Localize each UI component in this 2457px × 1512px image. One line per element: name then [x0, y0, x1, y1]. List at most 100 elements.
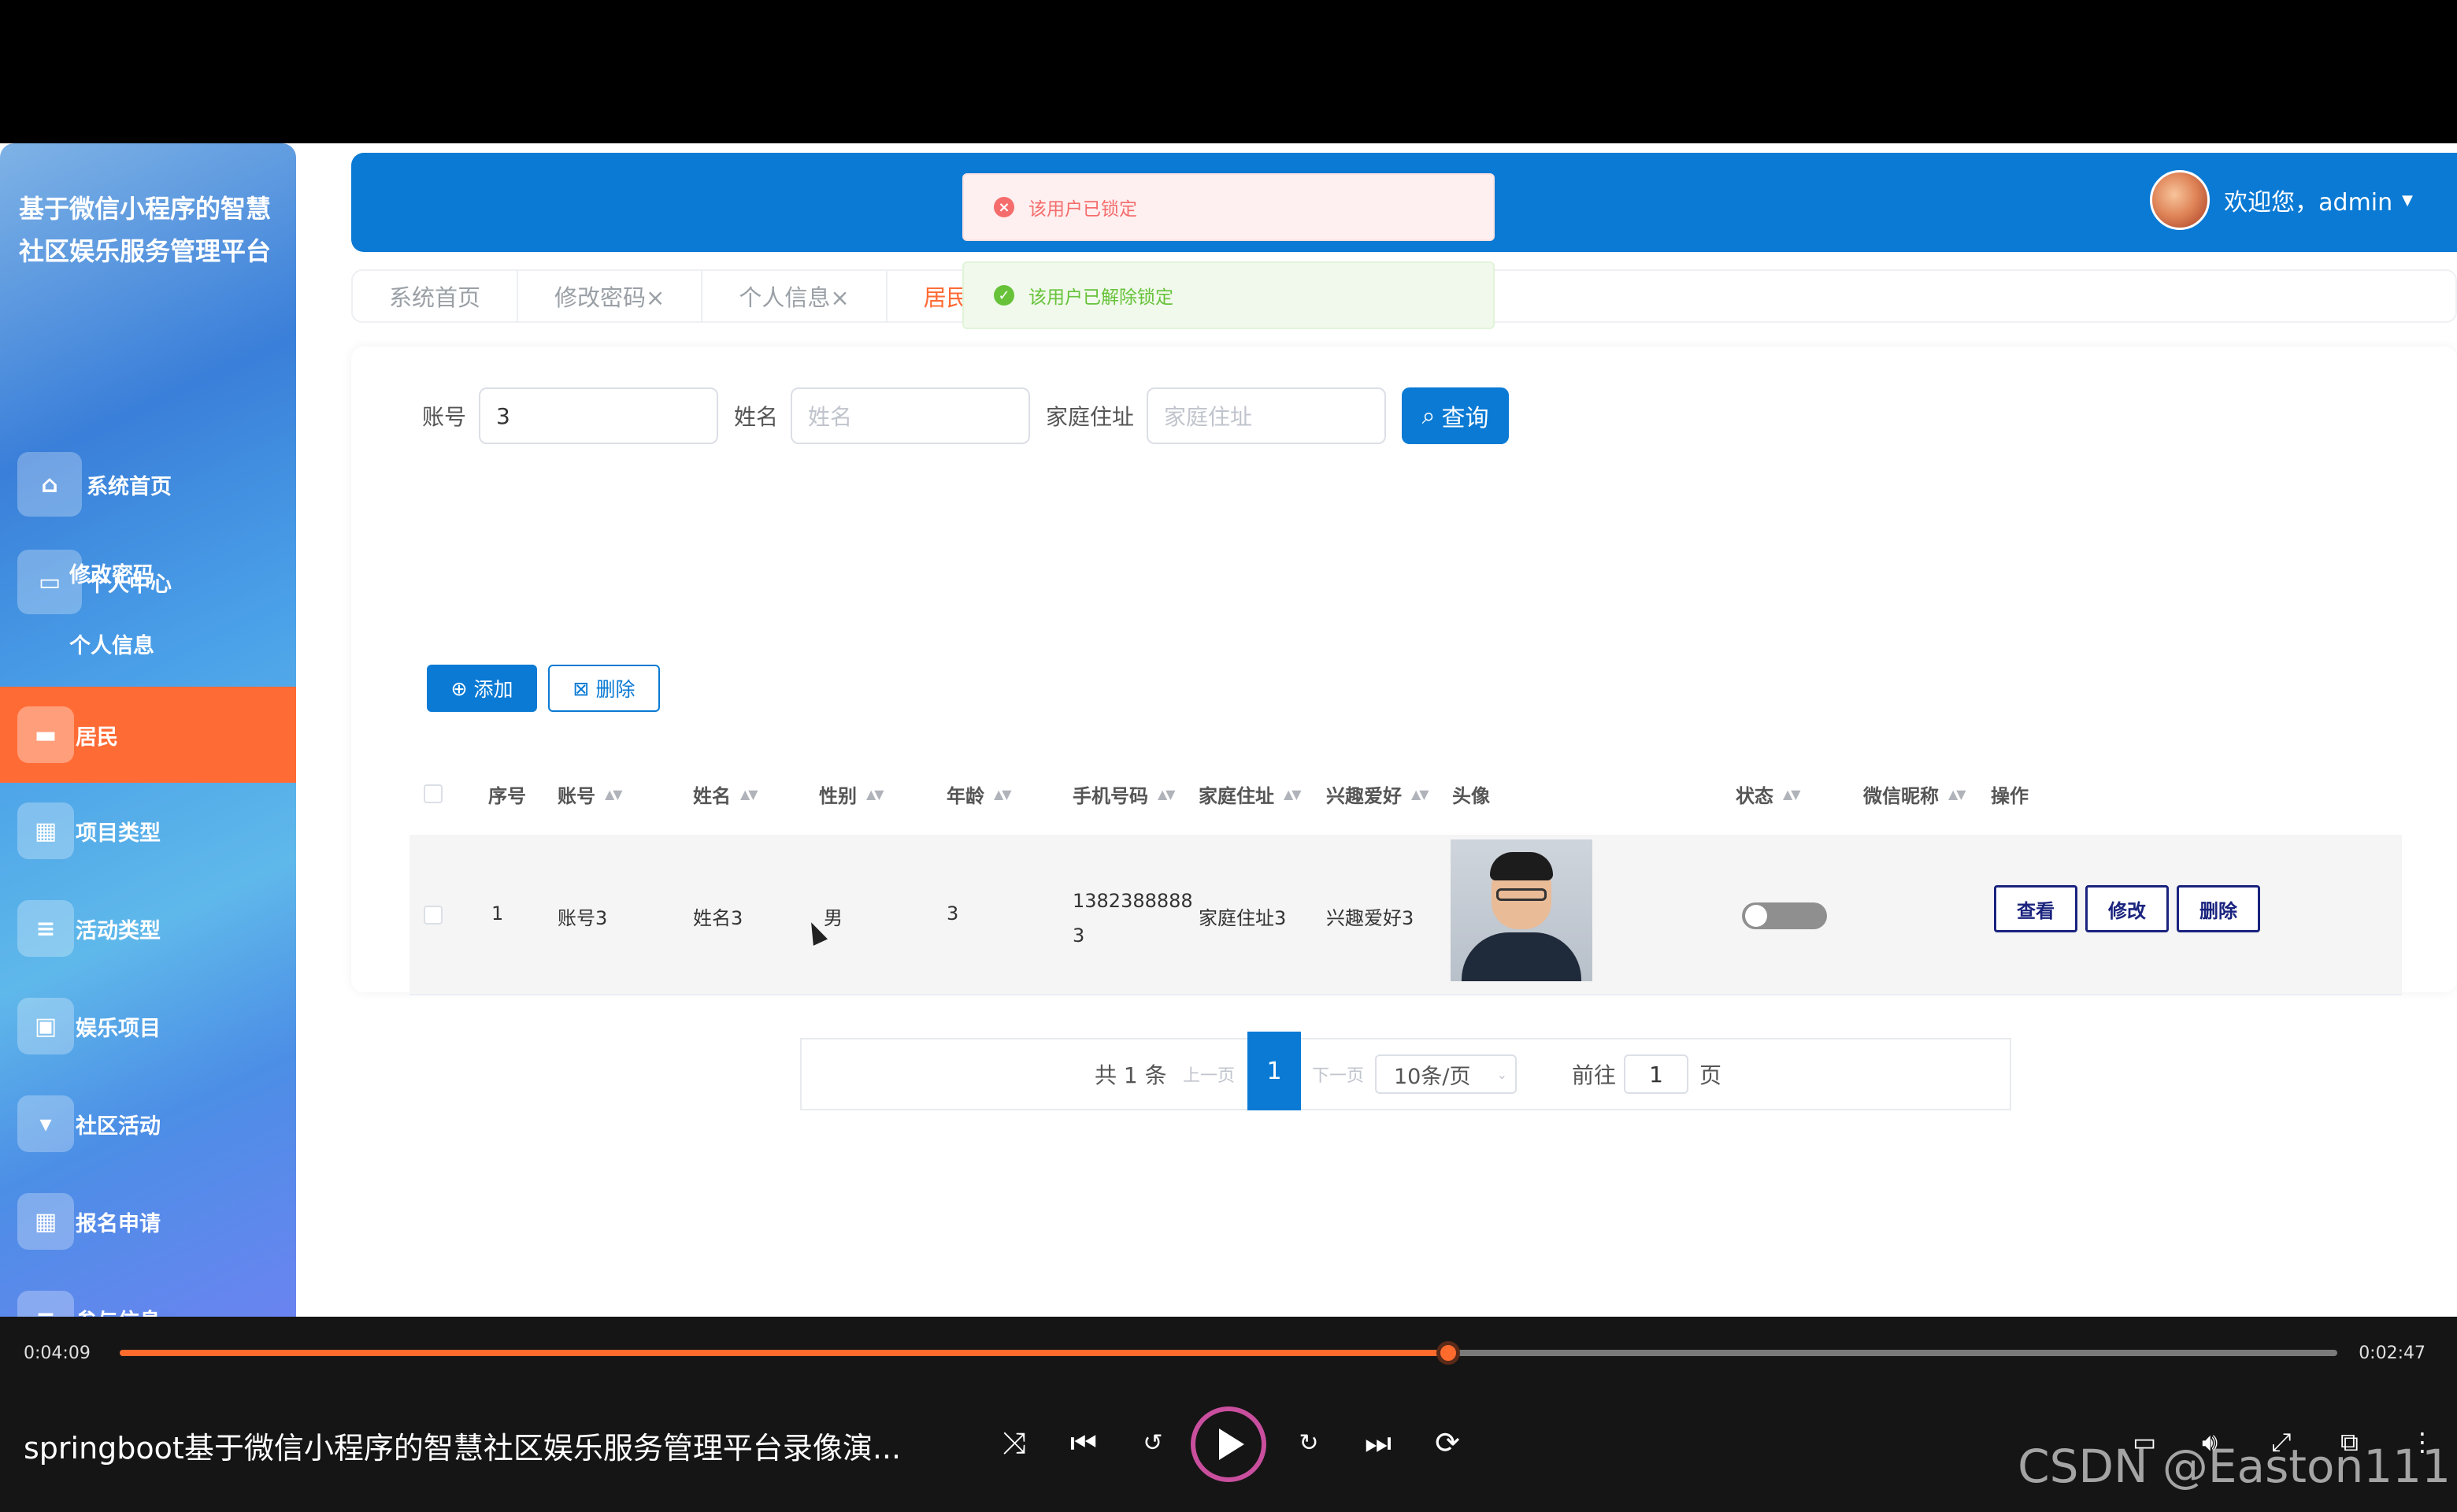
progress-thumb[interactable] — [1436, 1341, 1460, 1365]
goto-unit: 页 — [1699, 1062, 1722, 1088]
next-page-button[interactable]: 下一页 — [1312, 1062, 1364, 1087]
account-label: 账号 — [422, 404, 467, 430]
error-icon: × — [994, 197, 1014, 217]
goto-label: 前往 — [1572, 1062, 1617, 1088]
sidebar-item-label: 娱乐项目 — [76, 1016, 161, 1041]
sidebar-item-label: 居民 — [76, 724, 118, 750]
play-icon — [1219, 1429, 1244, 1460]
sort-icon: ▲▼ — [866, 786, 884, 802]
rewind-10-icon[interactable]: ↺ — [1131, 1421, 1175, 1465]
account-input[interactable]: 3 — [479, 387, 719, 444]
sidebar-item-registration[interactable]: ▦ 报名申请 — [0, 1173, 296, 1269]
column-header[interactable]: 姓名 ▲▼ — [693, 770, 758, 817]
sidebar-item-residents[interactable]: ▬ 居民 — [0, 687, 296, 783]
error-toast: × 该用户已锁定 — [962, 173, 1495, 241]
column-header: 操作 — [1991, 784, 2029, 807]
status-toggle[interactable] — [1742, 902, 1827, 929]
column-header[interactable]: 微信昵称 ▲▼ — [1863, 770, 1966, 817]
row-checkbox[interactable] — [424, 906, 443, 925]
tab-home[interactable]: 系统首页 — [353, 271, 519, 321]
select-all-checkbox[interactable] — [424, 770, 443, 817]
page-size-select[interactable]: 10条/页 ⌄ — [1375, 1054, 1517, 1094]
welcome-text: 欢迎您，admin — [2224, 189, 2393, 217]
add-button[interactable]: ⊕ 添加 — [427, 665, 537, 712]
query-button-label: 查询 — [1441, 405, 1489, 432]
shuffle-icon[interactable]: ⤨ — [992, 1421, 1036, 1465]
row-delete-button[interactable]: 删除 — [2177, 885, 2260, 932]
sidebar-item-label: 报名申请 — [76, 1211, 161, 1236]
list-icon: ≡ — [17, 1291, 74, 1317]
sort-icon: ▲▼ — [1284, 786, 1302, 802]
success-toast-message: 该用户已解除锁定 — [1028, 287, 1173, 308]
avatar — [2150, 170, 2211, 230]
success-toast: ✓ 该用户已解除锁定 — [962, 261, 1495, 329]
monitor-icon: ▬ — [17, 706, 74, 763]
column-header[interactable]: 兴趣爱好 ▲▼ — [1326, 770, 1429, 817]
edit-button[interactable]: 修改 — [2085, 885, 2169, 932]
sidebar-item-label: 参与信息 — [76, 1304, 161, 1317]
sort-icon: ▲▼ — [740, 786, 758, 802]
delete-button[interactable]: ⊠ 删除 — [548, 665, 660, 712]
home-icon: ⌂ — [17, 452, 82, 517]
caret-down-icon: ▼ — [2402, 191, 2413, 209]
query-button[interactable]: ⌕ 查询 — [1402, 387, 1510, 444]
column-header: 头像 — [1452, 784, 1490, 807]
name-input[interactable]: 姓名 — [791, 387, 1031, 444]
repeat-icon[interactable]: ⟳ — [1425, 1421, 1469, 1465]
sidebar-subitem-personal-info[interactable]: 个人信息 — [69, 628, 154, 659]
sidebar-item-label: 社区活动 — [76, 1114, 161, 1139]
signboard-icon: ▾ — [17, 1095, 74, 1152]
column-header[interactable]: 年龄 ▲▼ — [947, 770, 1012, 817]
sidebar-item-community-activities[interactable]: ▾ 社区活动 — [0, 1076, 296, 1172]
tab-change-password[interactable]: 修改密码× — [518, 271, 703, 321]
sidebar-item-activity-types[interactable]: ≡ 活动类型 — [0, 880, 296, 976]
cell-address: 家庭住址3 — [1199, 907, 1287, 929]
prev-page-button[interactable]: 上一页 — [1183, 1062, 1235, 1087]
tab-personal-info[interactable]: 个人信息× — [702, 271, 888, 321]
add-button-label: 添加 — [473, 678, 513, 701]
column-header[interactable]: 账号 ▲▼ — [558, 770, 623, 817]
column-header[interactable]: 手机号码 ▲▼ — [1073, 770, 1176, 817]
forward-30-icon[interactable]: ↻ — [1287, 1421, 1331, 1465]
error-toast-message: 该用户已锁定 — [1028, 199, 1137, 220]
sidebar-item-participation[interactable]: ≡ 参与信息 — [0, 1271, 296, 1317]
action-buttons: ⊕ 添加 ⊠ 删除 — [427, 665, 660, 712]
column-header[interactable]: 家庭住址 ▲▼ — [1199, 770, 1302, 817]
sort-icon: ▲▼ — [605, 786, 623, 802]
sort-icon: ▲▼ — [1783, 786, 1801, 802]
video-player: 0:04:09 0:02:47 springboot基于微信小程序的智慧社区娱乐… — [0, 1317, 2457, 1512]
progress-track[interactable] — [120, 1341, 2337, 1365]
elapsed-time: 0:04:09 — [24, 1343, 91, 1363]
cell-age: 3 — [947, 902, 959, 925]
app-window: 基于微信小程序的智慧社区娱乐服务管理平台 ⌂ 系统首页 ▭ 个人中心 修改密码 … — [0, 143, 2457, 1317]
sidebar-item-home[interactable]: ⌂ 系统首页 — [0, 436, 296, 532]
play-button[interactable] — [1191, 1406, 1266, 1482]
user-menu[interactable]: 欢迎您，admin ▼ — [2150, 170, 2413, 230]
chevron-down-icon: ⌄ — [1496, 1066, 1507, 1082]
column-header: 序号 — [488, 784, 526, 807]
sidebar-item-entertainment-projects[interactable]: ▣ 娱乐项目 — [0, 978, 296, 1074]
cell-account: 账号3 — [558, 907, 608, 929]
delete-box-icon: ⊠ — [573, 676, 590, 700]
video-title: springboot基于微信小程序的智慧社区娱乐服务管理平台录像演... — [24, 1431, 902, 1466]
skip-next-icon[interactable]: ⏭ — [1356, 1421, 1400, 1465]
sort-icon: ▲▼ — [1948, 786, 1966, 802]
sidebar-subitem-change-password[interactable]: 修改密码 — [69, 558, 154, 588]
page-number-current[interactable]: 1 — [1247, 1032, 1301, 1110]
cell-hobby: 兴趣爱好3 — [1326, 907, 1414, 929]
grid-icon: ▦ — [17, 1193, 74, 1250]
sidebar: 基于微信小程序的智慧社区娱乐服务管理平台 ⌂ 系统首页 ▭ 个人中心 修改密码 … — [0, 143, 296, 1317]
column-header[interactable]: 性别 ▲▼ — [819, 770, 884, 817]
sidebar-item-project-types[interactable]: ▦ 项目类型 — [0, 783, 296, 879]
plus-circle-icon: ⊕ — [450, 676, 468, 700]
check-icon: ✓ — [994, 285, 1014, 306]
goto-page-input[interactable]: 1 — [1624, 1054, 1688, 1094]
skip-previous-icon[interactable]: ⏮ — [1062, 1421, 1106, 1465]
column-header[interactable]: 状态 ▲▼ — [1736, 770, 1801, 817]
address-input[interactable]: 家庭住址 — [1147, 387, 1387, 444]
sort-icon: ▲▼ — [1411, 786, 1429, 802]
clipboard-icon: ▣ — [17, 998, 74, 1054]
table-header: 序号 账号 ▲▼ 姓名 ▲▼ 性别 ▲▼ 年龄 ▲▼ 手机号码 ▲▼ 家庭住址 ▲▼ 兴趣爱… — [410, 770, 2402, 817]
view-button[interactable]: 查看 — [1994, 885, 2077, 932]
sort-icon: ▲▼ — [994, 786, 1012, 802]
